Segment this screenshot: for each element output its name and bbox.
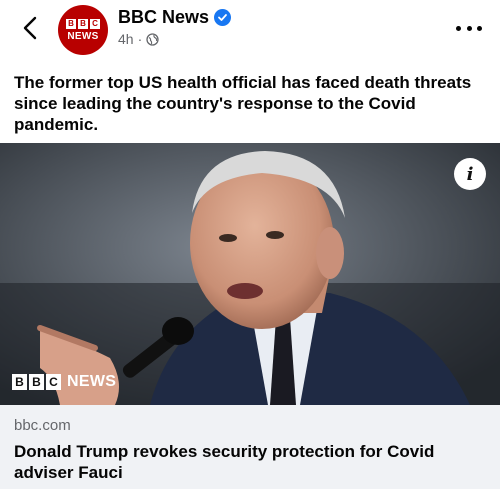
post-image[interactable]: i B B C NEWS (0, 143, 500, 405)
avatar-letter: B (78, 18, 88, 29)
avatar-news-word: NEWS (67, 30, 99, 42)
info-button[interactable]: i (454, 158, 486, 190)
page-name[interactable]: BBC News (118, 7, 232, 28)
more-options-button[interactable] (456, 18, 482, 38)
dot (477, 25, 482, 31)
post-header: B B C NEWS BBC News 4h · (0, 0, 500, 62)
verified-badge-icon (214, 9, 232, 26)
watermark-letter: B (12, 374, 27, 390)
link-headline: Donald Trump revokes security protection… (14, 442, 435, 482)
watermark-letter: C (46, 374, 61, 390)
page-avatar[interactable]: B B C NEWS (58, 5, 108, 55)
chevron-left-icon (23, 16, 37, 40)
photo-illustration (0, 143, 500, 405)
back-button[interactable] (16, 14, 44, 42)
post-caption: The former top US health official has fa… (14, 73, 472, 134)
globe-icon (146, 32, 159, 46)
meta-separator: · (137, 31, 143, 47)
link-domain: bbc.com (14, 417, 71, 434)
link-preview[interactable]: bbc.com Donald Trump revokes security pr… (0, 405, 500, 489)
dot (466, 25, 472, 31)
post-meta: 4h · (118, 31, 159, 47)
watermark-word: NEWS (67, 373, 117, 390)
bbc-news-watermark: B B C NEWS (12, 373, 116, 391)
bbc-logo-blocks: B B C (66, 18, 100, 29)
avatar-letter: B (66, 18, 76, 29)
post-time[interactable]: 4h (118, 31, 134, 47)
avatar-letter: C (90, 18, 100, 29)
watermark-letter: B (29, 374, 44, 390)
page-name-label: BBC News (118, 7, 210, 27)
dot (456, 25, 461, 31)
